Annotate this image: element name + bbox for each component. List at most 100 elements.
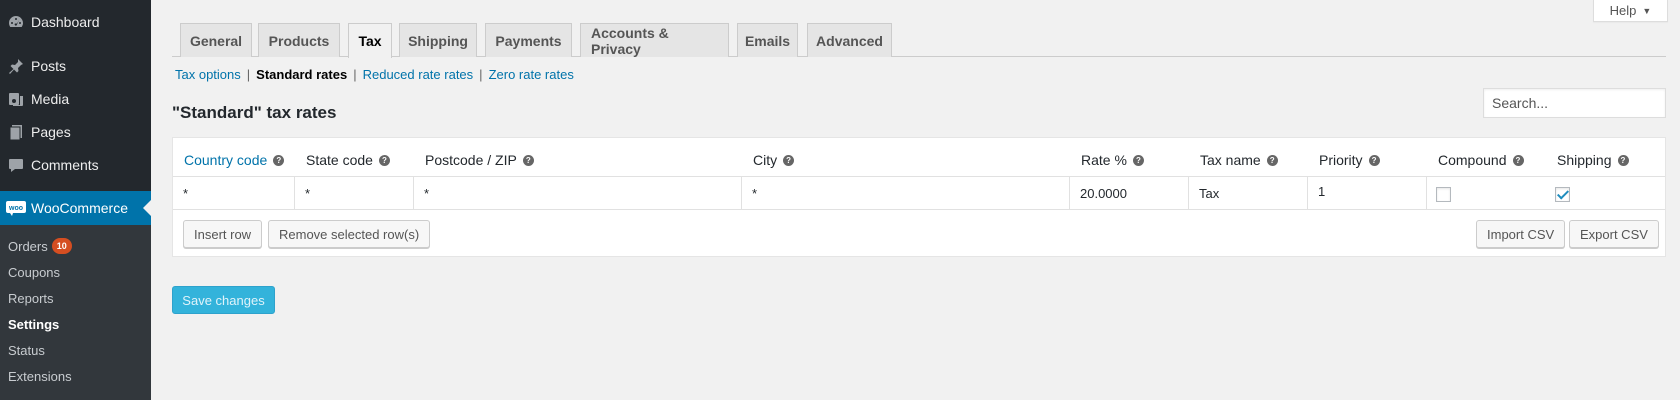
submenu-item-extensions[interactable]: Extensions (8, 366, 72, 386)
submenu-label: Coupons (8, 264, 61, 280)
menu-item-pages[interactable]: Pages (0, 115, 151, 149)
help-tip-icon[interactable]: ? (1512, 154, 1524, 166)
column-header-compound: Compound? (1438, 152, 1524, 168)
menu-label: Posts (31, 58, 67, 74)
help-tip-icon[interactable]: ? (1132, 154, 1144, 166)
admin-sidebar: Dashboard Posts Media Pages Comments woo… (0, 0, 151, 400)
tab-label: Payments (495, 32, 562, 49)
shipping-checkbox[interactable] (1555, 187, 1570, 202)
media-icon (6, 89, 26, 109)
help-tip-icon[interactable]: ? (1617, 154, 1629, 166)
help-tip-icon[interactable]: ? (1266, 154, 1278, 166)
rate-input[interactable]: 20.0000 (1070, 177, 1189, 209)
menu-item-posts[interactable]: Posts (0, 49, 151, 83)
help-button[interactable]: Help ▼ (1593, 0, 1668, 22)
menu-label: WooCommerce (31, 200, 128, 216)
tax-name-input[interactable]: Tax (1189, 177, 1308, 209)
submenu-item-reports[interactable]: Reports (8, 288, 54, 308)
menu-item-dashboard[interactable]: Dashboard (0, 5, 151, 39)
tab-general[interactable]: General (180, 23, 252, 57)
help-tip-icon[interactable]: ? (273, 154, 285, 166)
remove-rows-button[interactable]: Remove selected row(s) (268, 220, 431, 248)
tab-advanced[interactable]: Advanced (807, 23, 892, 57)
tab-products[interactable]: Products (258, 23, 340, 57)
column-label: Priority (1319, 152, 1363, 168)
tab-label: Accounts & Privacy (591, 24, 669, 57)
tab-shipping[interactable]: Shipping (399, 23, 477, 57)
tab-tax[interactable]: Tax (348, 23, 392, 58)
orders-count-badge: 10 (51, 238, 72, 254)
column-header-tax-name: Tax name? (1200, 152, 1278, 168)
column-header-shipping: Shipping? (1557, 152, 1629, 168)
subnav-separator: | (479, 66, 483, 82)
column-label: City (753, 152, 778, 168)
submenu-label: Settings (8, 316, 60, 332)
state-code-input[interactable]: * (295, 177, 414, 209)
subnav-reduced-rate-rates[interactable]: Reduced rate rates (363, 67, 474, 82)
menu-item-comments[interactable]: Comments (0, 148, 151, 182)
column-header-state-code: State code? (306, 152, 390, 168)
menu-label: Media (31, 91, 70, 107)
tab-label: Emails (744, 32, 791, 49)
subnav-separator: | (246, 66, 251, 82)
column-label: Compound (1438, 152, 1507, 168)
column-header-country-code[interactable]: Country code? (184, 152, 285, 168)
subnav-standard-rates: Standard rates (256, 66, 348, 82)
priority-input[interactable]: 1 (1308, 177, 1427, 209)
woocommerce-submenu: Orders 10 Coupons Reports Settings Statu… (0, 225, 151, 400)
save-changes-button[interactable]: Save changes (172, 286, 275, 314)
tab-payments[interactable]: Payments (485, 23, 572, 57)
comment-icon (6, 155, 26, 175)
menu-label: Pages (31, 124, 71, 140)
submenu-label: Orders (8, 238, 48, 254)
active-menu-arrow (143, 200, 151, 216)
submenu-item-orders[interactable]: Orders 10 (8, 236, 72, 256)
wp-admin-app: Dashboard Posts Media Pages Comments woo… (0, 0, 1680, 400)
menu-label: Dashboard (31, 14, 100, 30)
help-label: Help (1609, 3, 1637, 18)
page-title: "Standard" tax rates (172, 103, 337, 122)
help-tip-icon[interactable]: ? (378, 154, 390, 166)
insert-row-button[interactable]: Insert row (183, 220, 263, 248)
subnav-zero-rate-rates[interactable]: Zero rate rates (489, 67, 574, 82)
submenu-item-settings[interactable]: Settings (8, 314, 59, 334)
woo-logo-text: woo (8, 205, 23, 212)
submenu-label: Reports (8, 290, 54, 306)
column-header-postcode: Postcode / ZIP? (425, 152, 534, 168)
pin-icon (6, 56, 26, 76)
postcode-input[interactable]: * (414, 177, 742, 209)
submenu-item-coupons[interactable]: Coupons (8, 262, 60, 282)
row-divider (173, 209, 1665, 210)
subnav-tax-options[interactable]: Tax options (175, 67, 241, 82)
pages-icon (6, 122, 26, 142)
column-header-city: City? (753, 152, 795, 168)
column-label: Rate % (1081, 152, 1127, 168)
tab-emails[interactable]: Emails (737, 23, 798, 57)
submenu-label: Extensions (8, 368, 72, 384)
column-header-priority: Priority? (1319, 152, 1380, 168)
subnav-separator: | (353, 66, 357, 82)
menu-item-woocommerce[interactable]: woo WooCommerce (0, 191, 151, 225)
help-tip-icon[interactable]: ? (1368, 154, 1380, 166)
help-tip-icon[interactable]: ? (783, 154, 795, 166)
submenu-label: Status (8, 342, 45, 358)
column-label: State code (306, 152, 373, 168)
submenu-item-status[interactable]: Status (8, 340, 45, 360)
tab-accounts-privacy[interactable]: Accounts & Privacy (580, 23, 729, 57)
tab-label: Products (268, 32, 330, 49)
tabs-baseline (172, 56, 1666, 57)
menu-item-media[interactable]: Media (0, 82, 151, 116)
city-input[interactable]: * (742, 177, 1070, 209)
export-csv-button[interactable]: Export CSV (1569, 220, 1659, 248)
import-csv-button[interactable]: Import CSV (1476, 220, 1566, 248)
tab-label: Tax (358, 33, 382, 49)
column-header-rate: Rate %? (1081, 152, 1144, 168)
country-code-input[interactable]: * (173, 177, 295, 209)
woo-icon: woo (6, 198, 26, 218)
column-label: Postcode / ZIP (425, 152, 517, 168)
help-tip-icon[interactable]: ? (522, 154, 534, 166)
tab-label: Shipping (408, 32, 468, 49)
compound-checkbox[interactable] (1436, 187, 1451, 202)
column-label: Country code (184, 152, 268, 168)
search-input[interactable] (1483, 88, 1666, 118)
